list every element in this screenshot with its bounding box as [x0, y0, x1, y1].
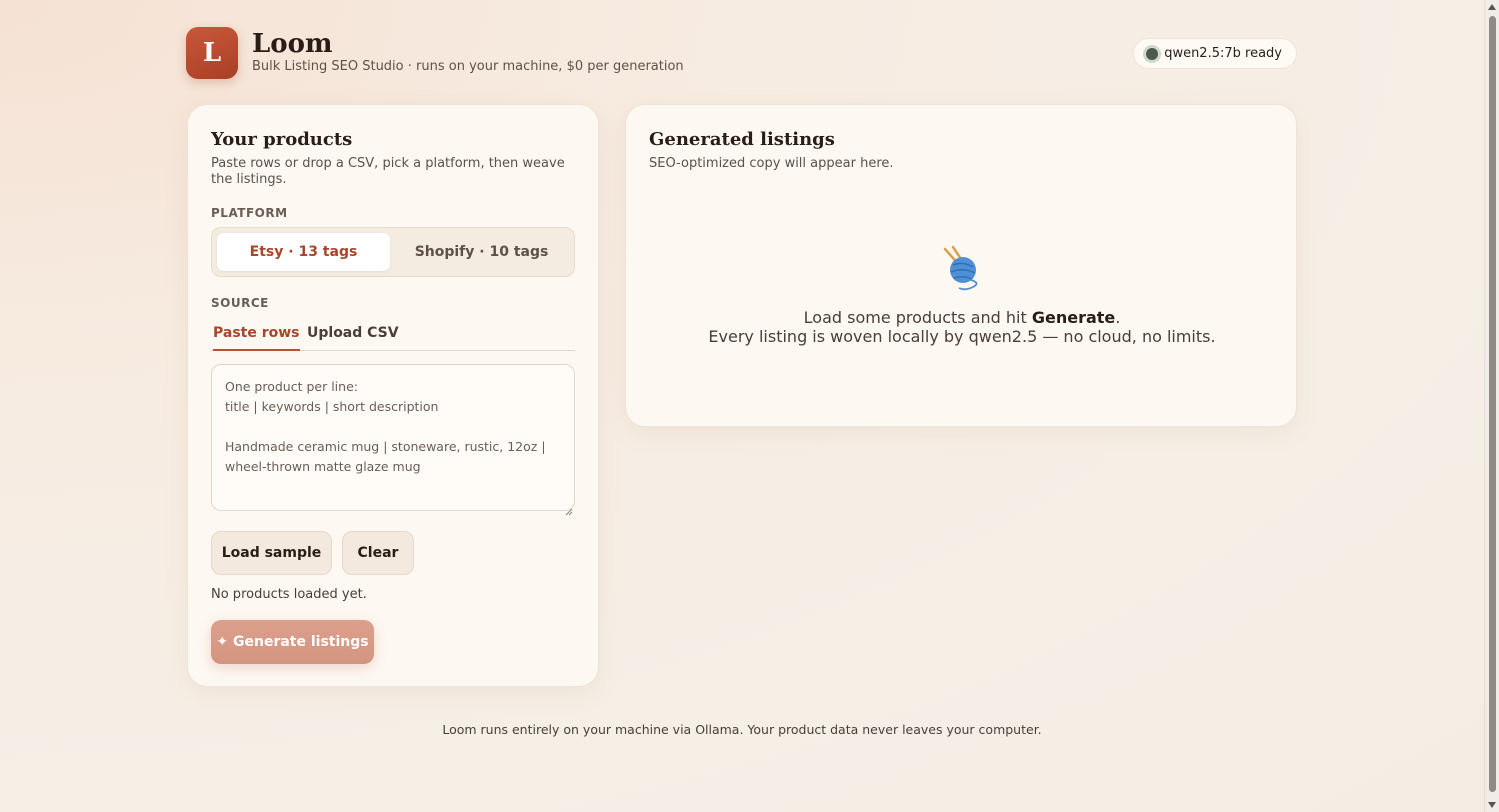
- footer-note: Loom runs entirely on your machine via O…: [442, 722, 1042, 737]
- logo: L: [186, 27, 238, 79]
- tab-upload-csv[interactable]: Upload CSV: [307, 325, 399, 351]
- listings-panel: Generated listings SEO-optimized copy wi…: [625, 104, 1297, 427]
- listings-title: Generated listings: [649, 129, 835, 150]
- empty-state-line-1: Load some products and hit Generate.: [803, 308, 1121, 327]
- scrollbar-thumb[interactable]: [1489, 16, 1496, 792]
- resize-grip-icon[interactable]: [565, 501, 573, 516]
- page-scrollbar[interactable]: [1484, 0, 1499, 812]
- load-sample-button[interactable]: Load sample: [211, 531, 332, 575]
- source-tabs: Paste rows Upload CSV: [211, 321, 575, 351]
- app-header: L Loom Bulk Listing SEO Studio · runs on…: [186, 27, 1297, 79]
- scroll-down-icon[interactable]: [1488, 802, 1496, 808]
- products-description: Paste rows or drop a CSV, pick a platfor…: [211, 156, 565, 187]
- source-label: SOURCE: [211, 296, 269, 310]
- yarn-ball-icon: [941, 245, 983, 291]
- clear-button[interactable]: Clear: [342, 531, 414, 575]
- empty-state-line-2: Every listing is woven locally by qwen2.…: [708, 327, 1216, 346]
- products-panel: Your products Paste rows or drop a CSV, …: [187, 104, 599, 687]
- products-input[interactable]: One product per line: title | keywords |…: [211, 364, 575, 511]
- generate-listings-button[interactable]: ✦ Generate listings: [211, 620, 374, 664]
- products-title: Your products: [211, 129, 353, 150]
- platform-option-etsy[interactable]: Etsy · 13 tags: [217, 233, 390, 271]
- listings-description: SEO-optimized copy will appear here.: [649, 156, 894, 171]
- app-subtitle: Bulk Listing SEO Studio · runs on your m…: [252, 59, 684, 74]
- model-status-badge: qwen2.5:7b ready: [1133, 38, 1297, 69]
- scroll-up-icon[interactable]: [1488, 4, 1496, 10]
- products-status-text: No products loaded yet.: [211, 587, 367, 602]
- model-status-label: qwen2.5:7b ready: [1164, 46, 1282, 61]
- app-title: Loom: [252, 29, 333, 59]
- platform-toggle: Etsy · 13 tags Shopify · 10 tags: [211, 227, 575, 277]
- status-dot-icon: [1146, 47, 1159, 60]
- platform-label: PLATFORM: [211, 206, 288, 220]
- tab-paste-rows[interactable]: Paste rows: [213, 325, 300, 351]
- platform-option-shopify[interactable]: Shopify · 10 tags: [395, 233, 568, 271]
